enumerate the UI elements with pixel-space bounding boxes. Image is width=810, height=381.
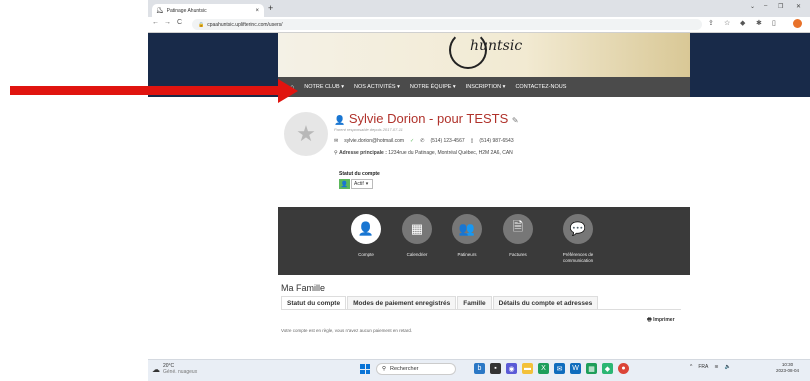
profile-name: 👤 Sylvie Dorion - pour TESTS ✎ — [334, 111, 519, 126]
panel-item-invoices[interactable]: 🗎 Factures — [488, 214, 548, 258]
excel-icon[interactable]: X — [538, 363, 549, 374]
edit-icon[interactable]: ✎ — [512, 116, 519, 125]
status-select[interactable]: Actif ▾ — [351, 179, 373, 189]
family-title: Ma Famille — [281, 283, 326, 293]
cloud-icon: ☁ — [152, 364, 160, 374]
maximize-button[interactable]: ❐ — [778, 3, 783, 10]
address-label: Adresse principale : — [339, 150, 387, 156]
weather-widget[interactable]: ☁ 20°C Géné. nuageux — [152, 363, 197, 375]
system-tray: ^ FRA ≋ 🔈 — [690, 364, 731, 370]
chat-icon: 💬 — [563, 214, 593, 244]
weather-desc: Géné. nuageux — [163, 369, 198, 375]
annotation-arrow — [10, 86, 282, 95]
mail-icon: ✉ — [334, 138, 339, 144]
profile-subtitle: Parent responsable depuis 2017-07-11 — [334, 127, 403, 132]
extension-icon[interactable]: ◆ — [740, 19, 745, 27]
email-text[interactable]: sylvie.dorion@hotmail.com — [344, 138, 404, 144]
account-icon: 👤 — [351, 214, 381, 244]
nav-item-registration[interactable]: INSCRIPTION ▾ — [466, 84, 506, 90]
phone2-text: (514) 987-6543 — [479, 138, 514, 144]
back-button[interactable]: ← — [152, 19, 159, 26]
url-text: cpaahuntsic.uplifterinc.com/users/ — [207, 21, 283, 28]
wifi-icon[interactable]: ≋ — [714, 364, 718, 370]
chrome-icon[interactable]: ● — [618, 363, 629, 374]
printer-icon: 🖶 — [647, 317, 652, 323]
language-indicator[interactable]: FRA — [698, 364, 708, 370]
address-text: 1234rue du Patinage, Montréal Québec, H2… — [388, 150, 513, 156]
profile-star-icon: ★ — [284, 112, 328, 156]
store-icon[interactable]: ◆ — [602, 363, 613, 374]
mobile-icon: ▯ — [470, 138, 474, 144]
app-icon[interactable]: ▦ — [586, 363, 597, 374]
verified-icon: ✓ — [410, 138, 415, 144]
calendar-icon: ▦ — [402, 214, 432, 244]
user-status-icon: 👤 — [339, 179, 350, 189]
bing-icon[interactable]: b — [474, 363, 485, 374]
nav-item-team[interactable]: NOTRE ÉQUIPE ▾ — [410, 84, 456, 90]
puzzle-icon[interactable]: ✱ — [756, 19, 762, 27]
forward-button[interactable]: → — [164, 19, 171, 26]
nav-item-club[interactable]: NOTRE CLUB ▾ — [304, 84, 344, 90]
taskbar-search[interactable]: ⚲ Rechercher — [376, 363, 456, 375]
annotation-arrow-head — [278, 79, 298, 103]
tab-account-status[interactable]: Statut du compte — [281, 296, 347, 309]
main-nav: ⌂ NOTRE CLUB ▾ NOS ACTIVITÉS ▾ NOTRE ÉQU… — [278, 77, 690, 97]
taskview-icon[interactable]: ▪ — [490, 363, 501, 374]
window-close-button[interactable]: ✕ — [796, 3, 801, 10]
browser-tab[interactable]: ⛸ Patinage Ahuntsic × — [152, 4, 264, 17]
mail-app-icon[interactable]: ✉ — [554, 363, 565, 374]
chat-app-icon[interactable]: ◉ — [506, 363, 517, 374]
lock-icon: 🔒 — [198, 21, 205, 28]
family-tabs: Statut du compte Modes de paiement enreg… — [281, 296, 681, 310]
start-button[interactable] — [360, 364, 370, 374]
status-message: Votre compte est en règle, vous n'avez a… — [281, 328, 413, 333]
panel-item-preferences[interactable]: 💬 Préférences de communication — [548, 214, 608, 264]
site-favicon-icon: ⛸ — [156, 8, 164, 14]
contact-line: ✉ sylvie.dorion@hotmail.com ✓ ✆ (514) 12… — [334, 138, 514, 144]
explorer-icon[interactable]: ▬ — [522, 363, 533, 374]
chevron-down-icon[interactable]: ⌄ — [750, 3, 755, 10]
print-button[interactable]: 🖶 Imprimer — [647, 317, 675, 325]
invoice-icon: 🗎 — [503, 214, 533, 244]
nav-item-contact[interactable]: CONTACTEZ-NOUS — [515, 84, 566, 90]
tab-title: Patinage Ahuntsic — [166, 7, 207, 14]
reload-button[interactable]: C — [177, 19, 182, 26]
clock[interactable]: 10:30 2023-08-04 — [776, 362, 799, 374]
user-icon: 👤 — [334, 115, 346, 125]
volume-icon[interactable]: 🔈 — [725, 364, 731, 370]
site-logo[interactable]: huntsic — [470, 38, 522, 54]
chevron-down-icon: ▾ — [365, 181, 369, 187]
tab-close-icon[interactable]: × — [255, 8, 259, 14]
skaters-icon: 👥 — [452, 214, 482, 244]
star-icon[interactable]: ☆ — [724, 19, 730, 27]
new-tab-button[interactable]: + — [268, 3, 273, 13]
tab-account-details[interactable]: Détails du compte et adresses — [492, 296, 599, 309]
profile-avatar[interactable] — [793, 19, 802, 28]
word-icon[interactable]: W — [570, 363, 581, 374]
search-icon: ⚲ — [382, 366, 387, 372]
phone1-text: (514) 123-4567 — [430, 138, 465, 144]
tab-family[interactable]: Famille — [457, 296, 492, 309]
minimize-button[interactable]: ‒ — [764, 3, 767, 9]
chevron-up-icon[interactable]: ^ — [690, 364, 692, 370]
status-label: Statut du compte — [339, 171, 380, 177]
url-input[interactable]: 🔒 cpaahuntsic.uplifterinc.com/users/ — [192, 19, 702, 30]
tab-payment-methods[interactable]: Modes de paiement enregistrés — [347, 296, 457, 309]
header-side-right — [690, 33, 810, 97]
nav-item-activities[interactable]: NOS ACTIVITÉS ▾ — [354, 84, 400, 90]
phone-icon: ✆ — [420, 138, 425, 144]
share-icon[interactable]: ⇪ — [708, 19, 714, 27]
sidebar-icon[interactable]: ▯ — [772, 19, 776, 27]
map-pin-icon: ⚲ — [334, 150, 338, 156]
address-line: ⚲ Adresse principale : 1234rue du Patina… — [334, 150, 513, 156]
